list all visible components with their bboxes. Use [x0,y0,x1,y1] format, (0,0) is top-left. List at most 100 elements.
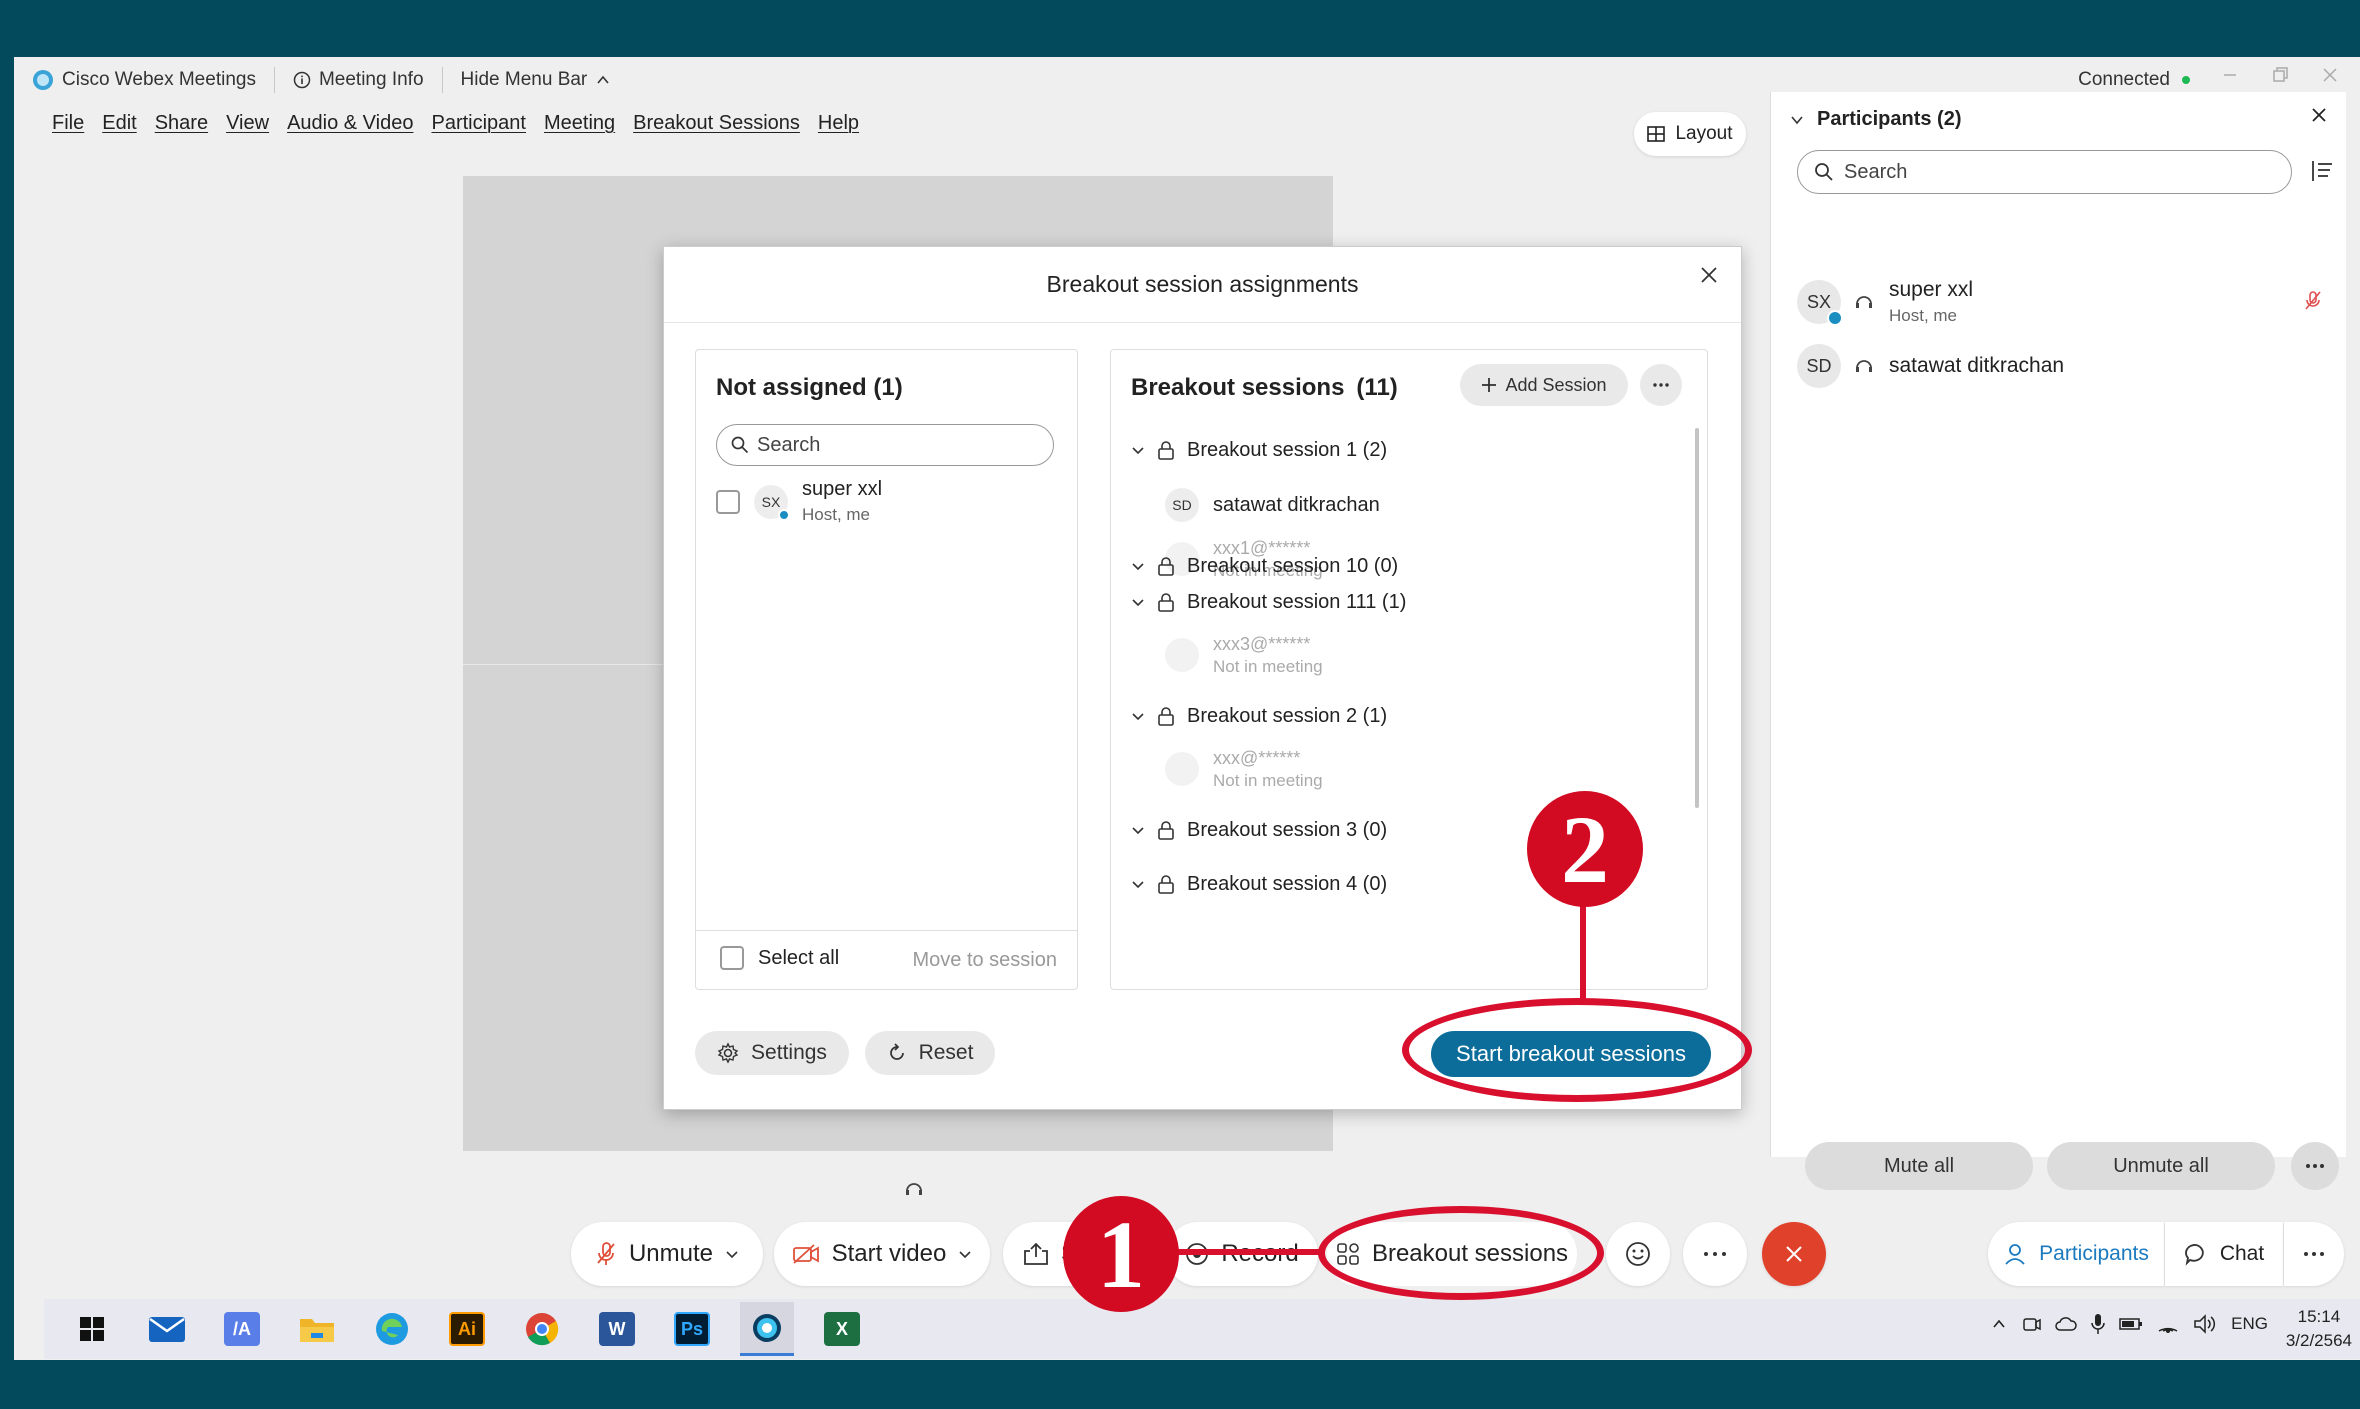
hide-menu-bar-button[interactable]: Hide Menu Bar [443,66,630,94]
unassigned-member-row[interactable]: SX super xxl Host, me [716,478,882,525]
taskbar-mail[interactable] [140,1302,194,1356]
meet-now-icon[interactable] [2021,1314,2041,1334]
session-options-button[interactable] [1640,364,1682,406]
headset-icon [1853,355,1875,377]
reset-button[interactable]: Reset [865,1031,995,1075]
more-options-button[interactable] [2291,1142,2339,1190]
select-all-checkbox[interactable]: Select all [720,946,839,970]
session-row-1[interactable]: Breakout session 1 (2) [1131,432,1387,468]
menu-edit[interactable]: Edit [102,112,136,135]
close-window-icon[interactable] [2320,65,2340,85]
chevron-down-icon [1131,823,1145,837]
window-controls [2220,65,2340,85]
muted-mic-icon[interactable] [2303,290,2323,312]
session-row-3[interactable]: Breakout session 3 (0) [1131,812,1387,848]
close-dialog-icon[interactable] [1699,265,1719,285]
reactions-button[interactable] [1606,1222,1670,1286]
session-member-row[interactable]: xxx@****** Not in meeting [1165,744,1323,794]
menu-meeting[interactable]: Meeting [544,112,615,135]
taskbar-file-explorer[interactable] [290,1302,344,1356]
participants-toggle-button[interactable]: Participants [1988,1222,2164,1286]
menu-help[interactable]: Help [818,112,859,135]
close-panel-icon[interactable] [2310,106,2328,124]
info-icon [293,71,311,89]
mail-icon [148,1314,186,1344]
session-member-row[interactable]: SD satawat ditkrachan [1165,480,1380,530]
taskbar-excel[interactable]: X [815,1302,869,1356]
wifi-icon[interactable] [2157,1315,2179,1333]
checkbox[interactable] [720,946,744,970]
menu-breakout-sessions[interactable]: Breakout Sessions [633,112,800,135]
participant-name: satawat ditkrachan [1889,354,2065,377]
taskbar-photoshop[interactable]: Ps [665,1302,719,1356]
language-indicator[interactable]: ENG [2231,1314,2268,1334]
lock-icon [1157,820,1175,840]
participants-search-input[interactable]: Search [1797,150,2292,194]
cloud-icon[interactable] [2055,1316,2077,1332]
lock-icon [1157,874,1175,894]
speaker-icon[interactable] [2193,1314,2217,1334]
dialog-title: Breakout session assignments [664,247,1741,323]
layout-button[interactable]: Layout [1634,112,1746,156]
taskbar-edge[interactable] [365,1302,419,1356]
more-horizontal-icon [1653,383,1669,387]
annotation-highlight-start-button [1402,998,1752,1102]
annotation-step-2-badge: 2 [1527,791,1643,907]
participants-panel-header[interactable]: Participants (2) [1789,108,1961,131]
menu-file[interactable]: File [52,112,84,135]
menu-view[interactable]: View [226,112,269,135]
mute-all-button[interactable]: Mute all [1805,1142,2033,1190]
not-assigned-search-input[interactable]: Search [716,424,1054,466]
participant-row[interactable]: SD satawat ditkrachan [1797,336,2337,396]
restore-icon[interactable] [2270,65,2290,85]
avatar [1165,638,1199,672]
menu-participant[interactable]: Participant [431,112,526,135]
taskbar-chrome[interactable] [515,1302,569,1356]
start-button[interactable] [65,1302,119,1356]
chevron-up-icon[interactable] [1991,1316,2007,1332]
clock[interactable]: 15:14 3/2/2564 [2286,1305,2352,1353]
member-checkbox[interactable] [716,489,740,514]
more-horizontal-icon [2305,1163,2325,1169]
session-row-111[interactable]: Breakout session 111 (1) [1131,584,1406,620]
session-member-row[interactable]: xxx3@****** Not in meeting [1165,630,1323,680]
annotation-step-1-badge: 1 [1063,1196,1179,1312]
participant-name: super xxl [1889,278,1974,301]
chevron-down-icon [1789,112,1805,128]
chevron-down-icon [1131,877,1145,891]
session-row-2[interactable]: Breakout session 2 (1) [1131,698,1387,734]
taskbar-app[interactable]: /A [215,1302,269,1356]
taskbar-webex[interactable] [740,1302,794,1356]
settings-button[interactable]: Settings [695,1031,849,1075]
person-icon [2003,1242,2027,1266]
taskbar-illustrator[interactable]: Ai [440,1302,494,1356]
participant-row[interactable]: SX super xxl Host, me [1797,272,2337,332]
lock-icon [1157,556,1175,576]
microphone-icon[interactable] [2091,1313,2105,1335]
minimize-icon[interactable] [2220,65,2240,85]
member-name: satawat ditkrachan [1213,493,1380,516]
menu-audio-video[interactable]: Audio & Video [287,112,413,135]
meeting-info-button[interactable]: Meeting Info [275,66,442,94]
avatar: SD [1165,488,1199,522]
session-row-4[interactable]: Breakout session 4 (0) [1131,866,1387,902]
chat-button[interactable]: Chat [2165,1222,2283,1286]
scrollbar-thumb[interactable] [1695,428,1699,808]
illustrator-icon: Ai [449,1312,485,1346]
sort-icon[interactable] [2308,158,2334,184]
battery-icon[interactable] [2119,1317,2143,1331]
session-row-10[interactable]: Breakout session 10 (0) [1131,548,1398,584]
app-icon: /A [224,1312,260,1346]
move-to-session-button[interactable]: Move to session [912,949,1057,972]
start-video-button[interactable]: Start video [774,1222,990,1286]
unmute-button[interactable]: Unmute [571,1222,763,1286]
menu-share[interactable]: Share [155,112,208,135]
folder-icon [298,1313,336,1345]
gear-icon [717,1042,739,1064]
taskbar-word[interactable]: W [590,1302,644,1356]
leave-meeting-button[interactable] [1762,1222,1826,1286]
more-options-button[interactable] [1683,1222,1747,1286]
avatar: SX [1797,280,1843,326]
unmute-all-button[interactable]: Unmute all [2047,1142,2275,1190]
add-session-button[interactable]: Add Session [1460,364,1628,406]
